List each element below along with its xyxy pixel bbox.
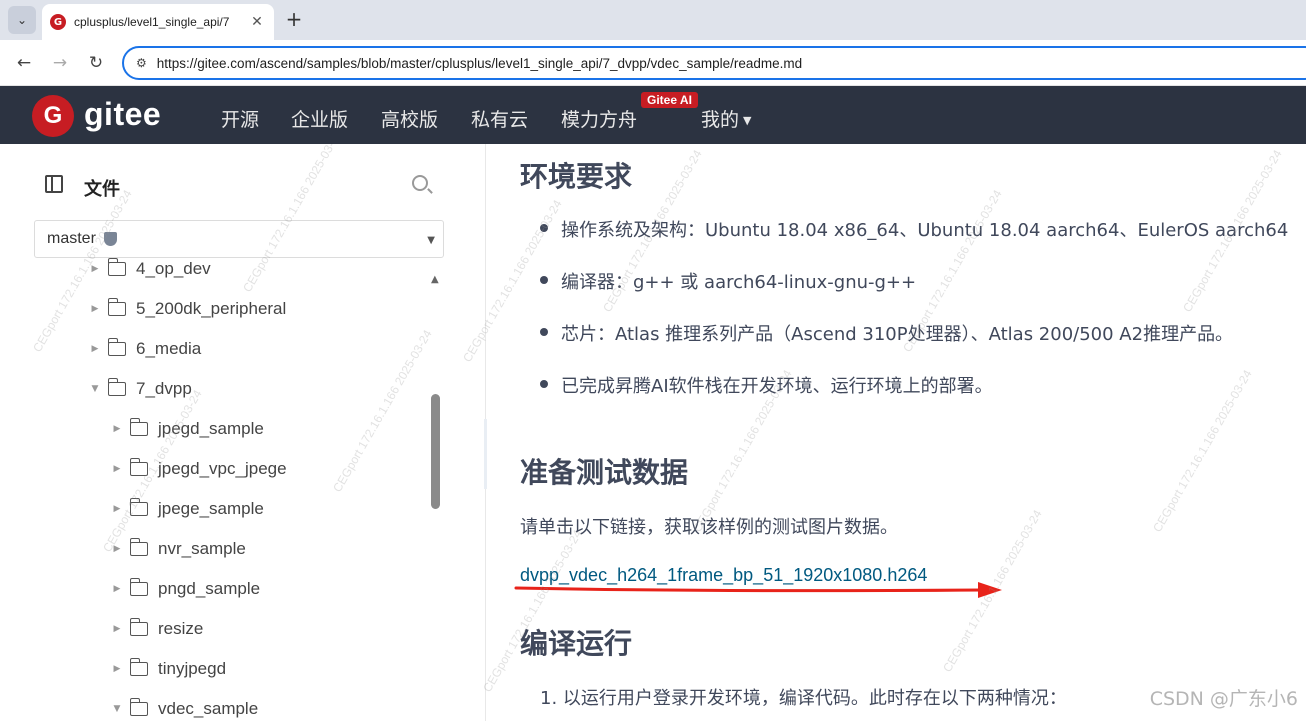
forward-icon[interactable]: → [48, 51, 72, 75]
caret-right-icon: ▶ [113, 544, 121, 554]
gitee-logo-text[interactable]: gitee [84, 96, 161, 133]
folder-icon [129, 538, 148, 556]
address-bar[interactable]: ⚙ https://gitee.com/ascend/samples/blob/… [122, 46, 1306, 80]
gitee-logo-icon[interactable]: G [32, 95, 74, 137]
folder-icon [129, 578, 148, 596]
chevron-down-icon: ▼ [427, 235, 435, 246]
folder-icon [107, 298, 126, 316]
tree-item-jpegd-vpc-jpege[interactable]: ▶ jpegd_vpc_jpege [110, 456, 287, 482]
red-annotation-arrow [514, 582, 1002, 598]
tab-search-menu-icon[interactable]: ⌄ [8, 6, 36, 34]
caret-right-icon: ▶ [113, 504, 121, 514]
tree-item-tinyjpegd[interactable]: ▶ tinyjpegd [110, 656, 226, 682]
new-tab-button[interactable]: + [282, 8, 306, 32]
tree-item-label: jpegd_sample [158, 419, 264, 438]
bullet-dot [540, 276, 548, 284]
env-item-os: 操作系统及架构：Ubuntu 18.04 x86_64、Ubuntu 18.04… [561, 220, 1289, 241]
tree-item-label: 7_dvpp [136, 379, 192, 398]
tree-item-label: 6_media [136, 339, 202, 358]
nav-education[interactable]: 高校版 [381, 105, 438, 132]
tree-item-5-200dk-peripheral[interactable]: ▶ 5_200dk_peripheral [88, 296, 286, 322]
folder-icon [129, 658, 148, 676]
heading-env-requirements: 环境要求 [520, 160, 633, 193]
tree-item-label: 4_op_dev [136, 259, 211, 278]
bullet-dot [540, 328, 548, 336]
caret-right-icon: ▶ [113, 664, 121, 674]
tab-title: cplusplus/level1_single_api/7 [74, 15, 230, 29]
tree-item-6-media[interactable]: ▶ 6_media [88, 336, 201, 362]
build-step-1: 1. 以运行用户登录开发环境，编译代码。此时存在以下两种情况： [540, 688, 1067, 709]
sidebar-title: 文件 [84, 179, 120, 200]
heading-build-run: 编译运行 [520, 627, 633, 660]
folder-icon [129, 418, 148, 436]
tree-item-4-op-dev[interactable]: ▶ 4_op_dev [88, 256, 211, 282]
tree-item-resize[interactable]: ▶ resize [110, 616, 203, 642]
tree-item-pngd-sample[interactable]: ▶ pngd_sample [110, 576, 260, 602]
tree-item-jpegd-sample[interactable]: ▶ jpegd_sample [110, 416, 264, 442]
folder-open-icon [129, 698, 148, 716]
branch-name: master [47, 230, 96, 247]
folder-icon [129, 498, 148, 516]
file-sidebar: 文件 master ▼ ▲ ▶ 4_op_dev ▶ 5_200dk_perip… [0, 144, 486, 721]
nav-moli[interactable]: 模力方舟 [561, 105, 637, 132]
folder-icon [129, 458, 148, 476]
folder-icon [129, 618, 148, 636]
folder-open-icon [107, 378, 126, 396]
caret-down-icon: ▼ [91, 384, 99, 394]
search-icon[interactable] [412, 175, 428, 191]
url-text[interactable]: https://gitee.com/ascend/samples/blob/ma… [157, 56, 802, 71]
scroll-up-arrow-icon[interactable]: ▲ [431, 274, 439, 285]
caret-right-icon: ▶ [91, 264, 99, 274]
chevron-down-icon: ▼ [743, 114, 752, 127]
caret-right-icon: ▶ [113, 464, 121, 474]
tree-item-vdec-sample[interactable]: ▼ vdec_sample [110, 696, 258, 721]
env-item-compiler: 编译器：g++ 或 aarch64-linux-gnu-g++ [561, 272, 917, 293]
tab-close-icon[interactable]: ✕ [248, 14, 266, 30]
tree-item-label: resize [158, 619, 204, 638]
tree-item-label: vdec_sample [158, 699, 259, 718]
browser-toolbar: ← → ↻ ⚙ https://gitee.com/ascend/samples… [0, 40, 1306, 86]
caret-right-icon: ▶ [113, 624, 121, 634]
tree-item-label: jpegd_vpc_jpege [158, 459, 287, 478]
back-icon[interactable]: ← [12, 51, 36, 75]
bullet-dot [540, 224, 548, 232]
site-info-icon[interactable]: ⚙ [136, 56, 147, 70]
nav-mine-label: 我的 [701, 109, 740, 131]
nav-open-source[interactable]: 开源 [221, 105, 259, 132]
gitee-favicon-icon: G [50, 14, 66, 30]
browser-tab-active[interactable]: G cplusplus/level1_single_api/7 ✕ [42, 4, 274, 40]
nav-private-cloud[interactable]: 私有云 [471, 105, 528, 132]
heading-prepare-data: 准备测试数据 [520, 456, 689, 489]
csdn-watermark: CSDN @广东小6 [1149, 684, 1298, 711]
tree-item-label: 5_200dk_peripheral [136, 299, 287, 318]
tree-item-nvr-sample[interactable]: ▶ nvr_sample [110, 536, 246, 562]
browser-tabstrip: ⌄ G cplusplus/level1_single_api/7 ✕ + [0, 0, 1306, 40]
folder-icon [107, 258, 126, 276]
env-item-chip: 芯片：Atlas 推理系列产品（Ascend 310P处理器）、Atlas 20… [561, 324, 1234, 345]
tree-item-label: nvr_sample [158, 539, 246, 558]
folder-icon [107, 338, 126, 356]
nav-enterprise[interactable]: 企业版 [291, 105, 348, 132]
tree-item-label: tinyjpegd [158, 659, 227, 678]
env-item-deploy: 已完成昇腾AI软件栈在开发环境、运行环境上的部署。 [561, 376, 993, 397]
tree-item-7-dvpp[interactable]: ▼ 7_dvpp [88, 376, 192, 402]
scrollbar-thumb[interactable] [431, 394, 440, 509]
tree-item-jpege-sample[interactable]: ▶ jpege_sample [110, 496, 264, 522]
tree-item-label: pngd_sample [158, 579, 261, 598]
caret-down-icon: ▼ [113, 704, 121, 714]
caret-right-icon: ▶ [91, 304, 99, 314]
caret-right-icon: ▶ [91, 344, 99, 354]
branch-select[interactable]: master ▼ [34, 220, 444, 258]
reload-icon[interactable]: ↻ [84, 51, 108, 75]
gitee-ai-badge[interactable]: Gitee AI [641, 92, 698, 108]
nav-mine[interactable]: 我的 ▼ [701, 105, 751, 132]
prepare-data-paragraph: 请单击以下链接，获取该样例的测试图片数据。 [520, 517, 898, 538]
tree-item-label: jpege_sample [158, 499, 264, 518]
sidebar-toggle-icon[interactable] [45, 175, 63, 193]
bullet-dot [540, 380, 548, 388]
caret-right-icon: ▶ [113, 424, 121, 434]
shield-icon [103, 232, 117, 246]
caret-right-icon: ▶ [113, 584, 121, 594]
